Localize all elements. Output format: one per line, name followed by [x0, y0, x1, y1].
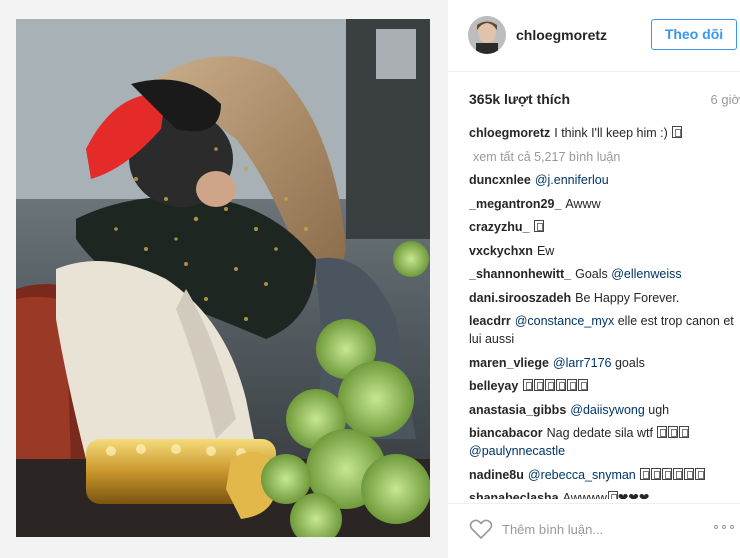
mention[interactable]: @j.enniferlou [535, 173, 609, 187]
mention[interactable]: @constance_myx [515, 314, 615, 328]
comment-text: Be Happy Forever. [575, 290, 680, 305]
emoji-glyph [668, 426, 679, 438]
emoji-glyph [657, 426, 668, 438]
comment-text: Goals [575, 267, 608, 281]
comment-text: goals [614, 355, 645, 370]
like-count[interactable]: 365k lượt thích [469, 91, 570, 107]
like-heart-icon[interactable] [469, 518, 493, 540]
comment-user[interactable]: anastasia_gibbs [469, 403, 566, 417]
comment-text: Ew [536, 243, 555, 258]
comment-user[interactable]: biancabacor [469, 426, 543, 440]
follow-button[interactable]: Theo dõi [651, 19, 737, 50]
emoji-glyph [534, 379, 545, 391]
emoji-glyph [607, 491, 618, 499]
post-header: chloegmoretz Theo dõi [448, 0, 740, 72]
emoji-glyph [684, 467, 695, 480]
list-item: belleyay [469, 377, 737, 395]
list-item: _shannonhewitt_ Goals @ellenweiss [469, 265, 737, 283]
mention[interactable]: @larr7176 [553, 356, 612, 370]
comment-text: ugh [648, 402, 670, 417]
avatar[interactable] [468, 16, 506, 54]
list-item: anastasia_gibbs @daiisywong ugh [469, 401, 737, 419]
mention[interactable]: @paulynnecastle [469, 444, 565, 458]
comment-bar [448, 503, 740, 558]
emoji-glyph [545, 379, 556, 391]
comment-user[interactable]: vxckychxn [469, 244, 533, 258]
emoji-glyph [672, 126, 683, 138]
list-item: biancabacor Nag dedate sila wtf @paulynne… [469, 424, 737, 460]
comment-user[interactable]: dani.sirooszadeh [469, 291, 571, 305]
list-item: shanabeclasha Awwww ❤❤❤ [469, 489, 737, 499]
comment-text: Awwww [562, 491, 607, 499]
list-item: vxckychxn Ew [469, 242, 737, 260]
comment-user[interactable]: _megantron29_ [469, 197, 561, 211]
emoji-glyph [640, 467, 651, 480]
heart-emoji-icon: ❤❤❤ [617, 491, 650, 499]
emoji-glyph [679, 426, 690, 438]
comment-user[interactable]: _shannonhewitt_ [469, 267, 571, 281]
mention[interactable]: @daiisywong [570, 403, 645, 417]
caption: chloegmoretz I think I'll keep him :) [469, 124, 737, 142]
comment-list: chloegmoretz I think I'll keep him :) xem… [469, 124, 737, 499]
emoji-glyph [567, 379, 578, 391]
more-options-icon[interactable] [714, 523, 738, 533]
post-side-panel: chloegmoretz Theo dõi 365k lượt thích 6 … [448, 0, 740, 558]
emoji-glyph [695, 467, 706, 480]
list-item: crazyzhu_ [469, 218, 737, 236]
comment-user[interactable]: shanabeclasha [469, 491, 559, 499]
list-item: _megantron29_ Awww [469, 195, 737, 213]
comment-user[interactable]: belleyay [469, 379, 518, 393]
post-time[interactable]: 6 giờ [711, 92, 740, 107]
view-all-comments[interactable]: xem tất cả 5,217 bình luận [469, 148, 737, 166]
comment-user[interactable]: duncxnlee [469, 173, 531, 187]
emoji-glyph [578, 379, 589, 391]
list-item: leacdrr @constance_myx elle est trop cano… [469, 312, 737, 348]
post-stats: 365k lượt thích 6 giờ [448, 72, 740, 122]
list-item: duncxnlee @j.enniferlou [469, 171, 737, 189]
caption-text: I think I'll keep him :) [554, 126, 668, 140]
emoji-glyph [662, 467, 673, 480]
list-item: maren_vliege @larr7176 goals [469, 354, 737, 372]
comment-user[interactable]: crazyzhu_ [469, 220, 529, 234]
mention[interactable]: @ellenweiss [611, 267, 681, 281]
comment-user[interactable]: nadine8u [469, 468, 524, 482]
emoji-glyph [556, 379, 567, 391]
mention[interactable]: @rebecca_snyman [528, 468, 636, 482]
emoji-glyph [651, 467, 662, 480]
emoji-glyph [534, 220, 545, 232]
comment-user[interactable]: maren_vliege [469, 356, 549, 370]
list-item: dani.sirooszadeh Be Happy Forever. [469, 289, 737, 307]
comment-user[interactable]: leacdrr [469, 314, 511, 328]
comment-input[interactable] [502, 518, 682, 540]
username[interactable]: chloegmoretz [516, 27, 607, 43]
caption-user[interactable]: chloegmoretz [469, 126, 550, 140]
comment-text: Nag dedate sila wtf [546, 426, 653, 440]
list-item: nadine8u @rebecca_snyman [469, 466, 737, 484]
emoji-glyph [673, 467, 684, 480]
emoji-glyph [523, 379, 534, 391]
photo-panel [0, 0, 448, 558]
post-photo[interactable] [16, 19, 430, 537]
comment-text: Awww [565, 196, 601, 211]
